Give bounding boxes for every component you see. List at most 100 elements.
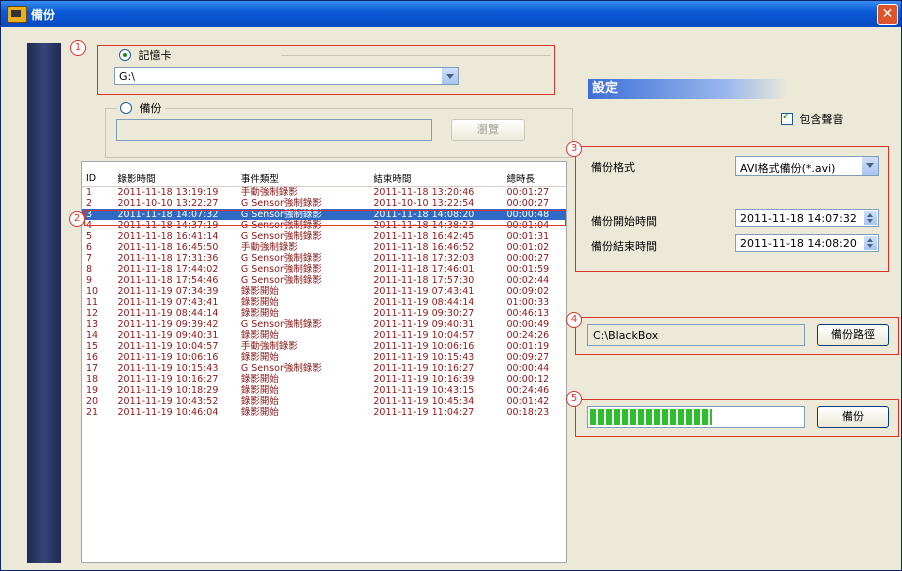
table-cell: 錄影開始	[240, 308, 279, 319]
callout-box-2	[84, 210, 566, 226]
table-row[interactable]: 11 2011-11-19 07:43:41 錄影開始 2011-11-19 08:4…	[82, 297, 566, 308]
column-header[interactable]: ID	[82, 170, 114, 187]
table-row[interactable]: 8 2011-11-18 17:44:02 G Sensor強制錄影 2011-11-…	[82, 264, 566, 275]
table-cell: 2011-11-19 11:04:27	[373, 407, 475, 418]
end-time-field[interactable]: 2011-11-18 14:08:20	[735, 234, 879, 252]
callout-5: 5	[566, 391, 582, 407]
close-button[interactable]: ✕	[877, 4, 898, 25]
table-cell: 00:24:26	[506, 330, 550, 341]
table-cell: 錄影開始	[240, 396, 279, 407]
table-cell: 錄影開始	[240, 407, 279, 418]
table-row[interactable]: 1 2011-11-18 13:19:19 手動強制錄影 2011-11-18 13:…	[82, 187, 566, 199]
table-cell: 2011-11-19 08:44:14	[373, 297, 475, 308]
table-row[interactable]: 13 2011-11-19 09:39:42 G Sensor強制錄影 2011-11…	[82, 319, 566, 330]
table-cell: 2011-11-19 10:16:27	[373, 363, 475, 374]
backup-source-field[interactable]	[116, 119, 432, 141]
table-row[interactable]: 15 2011-11-19 10:04:57 手動強制錄影 2011-11-19 10…	[82, 341, 566, 352]
backup-path-button[interactable]: 備份路徑	[817, 324, 889, 346]
table-row[interactable]: 19 2011-11-19 10:18:29 錄影開始 2011-11-19 10:4…	[82, 385, 566, 396]
callout-2: 2	[69, 211, 85, 227]
table-cell: 19	[86, 385, 99, 396]
table-cell: 00:24:46	[506, 385, 550, 396]
table-cell: 2011-10-10 13:22:27	[117, 198, 219, 209]
table-cell: 15	[86, 341, 99, 352]
table-cell: 2011-11-19 10:15:43	[373, 352, 475, 363]
memory-card-radio-row[interactable]: 記憶卡	[119, 47, 172, 63]
drive-select[interactable]: G:\	[114, 67, 459, 85]
recording-table: ID 錄影時間 事件類型 結束時間 總時長 1 2011-11-18 13:19:19 手動…	[82, 170, 566, 418]
backup-radio-label: 備份	[139, 102, 162, 115]
table-cell: 錄影開始	[240, 286, 279, 297]
drive-value: G:\	[119, 70, 135, 83]
table-row[interactable]: 17 2011-11-19 10:15:43 G Sensor強制錄影 2011-11…	[82, 363, 566, 374]
table-cell: 01:00:33	[506, 297, 550, 308]
include-audio-checkbox[interactable]	[781, 111, 793, 125]
callout-4: 4	[566, 312, 582, 328]
table-row[interactable]: 7 2011-11-18 17:31:36 G Sensor強制錄影 2011-11-…	[82, 253, 566, 264]
table-cell: 2011-11-19 07:43:41	[117, 297, 219, 308]
table-cell: 00:18:23	[506, 407, 550, 418]
table-cell: G Sensor強制錄影	[240, 275, 322, 286]
column-header[interactable]: 事件類型	[236, 170, 370, 187]
start-time-label: 備份開始時間	[591, 215, 657, 228]
settings-header: 設定	[588, 79, 788, 99]
table-row[interactable]: 12 2011-11-19 08:44:14 錄影開始 2011-11-19 09:3…	[82, 308, 566, 319]
table-header-row: ID 錄影時間 事件類型 結束時間 總時長	[82, 170, 566, 187]
table-row[interactable]: 6 2011-11-18 16:45:50 手動強制錄影 2011-11-18 16:…	[82, 242, 566, 253]
table-cell: 00:00:12	[506, 374, 550, 385]
table-cell: 00:09:27	[506, 352, 550, 363]
table-cell: 00:02:44	[506, 275, 550, 286]
chevron-down-icon[interactable]	[861, 157, 878, 175]
table-row[interactable]: 2 2011-10-10 13:22:27 G Sensor強制錄影 2011-10-…	[82, 198, 566, 209]
table-cell: 2011-11-19 10:43:15	[373, 385, 475, 396]
format-select[interactable]: AVI格式備份(*.avi)	[735, 156, 879, 176]
table-row[interactable]: 21 2011-11-19 10:46:04 錄影開始 2011-11-19 11:0…	[82, 407, 566, 418]
backup-radio[interactable]	[120, 102, 132, 114]
table-row[interactable]: 16 2011-11-19 10:06:16 錄影開始 2011-11-19 10:1…	[82, 352, 566, 363]
table-cell: 00:01:31	[506, 231, 550, 242]
table-cell: 5	[86, 231, 93, 242]
group-divider	[281, 55, 551, 56]
table-cell: G Sensor強制錄影	[240, 198, 322, 209]
memory-card-radio[interactable]	[119, 49, 131, 61]
browse-button[interactable]: 瀏覽	[451, 119, 525, 141]
table-row[interactable]: 9 2011-11-18 17:54:46 G Sensor強制錄影 2011-11-…	[82, 275, 566, 286]
include-audio-label: 包含聲音	[799, 113, 844, 126]
start-time-field[interactable]: 2011-11-18 14:07:32	[735, 209, 879, 227]
table-cell: 6	[86, 242, 93, 253]
table-cell: 2011-11-18 13:19:19	[117, 187, 219, 198]
table-cell: 7	[86, 253, 93, 264]
end-time-spinner[interactable]	[864, 236, 877, 250]
table-row[interactable]: 10 2011-11-19 07:34:39 錄影開始 2011-11-19 07:4…	[82, 286, 566, 297]
table-cell: 1	[86, 187, 93, 198]
table-cell: 12	[86, 308, 99, 319]
column-header[interactable]: 錄影時間	[113, 170, 237, 187]
table-cell: 2011-11-18 17:54:46	[117, 275, 219, 286]
table-cell: 手動強制錄影	[240, 187, 298, 198]
backup-path-field[interactable]: C:\BlackBox	[587, 324, 805, 346]
table-row[interactable]: 14 2011-11-19 09:40:31 錄影開始 2011-11-19 10:0…	[82, 330, 566, 341]
table-row[interactable]: 18 2011-11-19 10:16:27 錄影開始 2011-11-19 10:1…	[82, 374, 566, 385]
table-row[interactable]: 20 2011-11-19 10:43:52 錄影開始 2011-11-19 10:4…	[82, 396, 566, 407]
table-cell: 8	[86, 264, 93, 275]
column-header[interactable]: 結束時間	[369, 170, 503, 187]
column-header[interactable]: 總時長	[502, 170, 566, 187]
table-cell: 2011-11-18 16:41:14	[117, 231, 219, 242]
table-row[interactable]: 5 2011-11-18 16:41:14 G Sensor強制錄影 2011-11-…	[82, 231, 566, 242]
start-time-spinner[interactable]	[864, 211, 877, 225]
include-audio-row[interactable]: 包含聲音	[781, 111, 844, 127]
backup-window: 備份 ✕ 1 記憶卡 G:\ 備份 瀏覽 ID 錄影時間 事件類型 結束時間 總時長 1…	[0, 0, 902, 571]
table-cell: 2011-11-18 17:32:03	[373, 253, 475, 264]
table-cell: 2011-10-10 13:22:54	[373, 198, 475, 209]
table-cell: 2011-11-19 10:04:57	[373, 330, 475, 341]
chevron-down-icon[interactable]	[441, 68, 458, 84]
table-cell: 00:01:02	[506, 242, 550, 253]
table-cell: 手動強制錄影	[240, 341, 298, 352]
table-cell: 2011-11-19 10:18:29	[117, 385, 219, 396]
backup-button[interactable]: 備份	[817, 406, 889, 428]
table-cell: 14	[86, 330, 99, 341]
backup-radio-row[interactable]: 備份	[117, 100, 165, 116]
callout-3: 3	[566, 141, 582, 157]
app-icon	[7, 6, 27, 23]
table-cell: G Sensor強制錄影	[240, 363, 322, 374]
